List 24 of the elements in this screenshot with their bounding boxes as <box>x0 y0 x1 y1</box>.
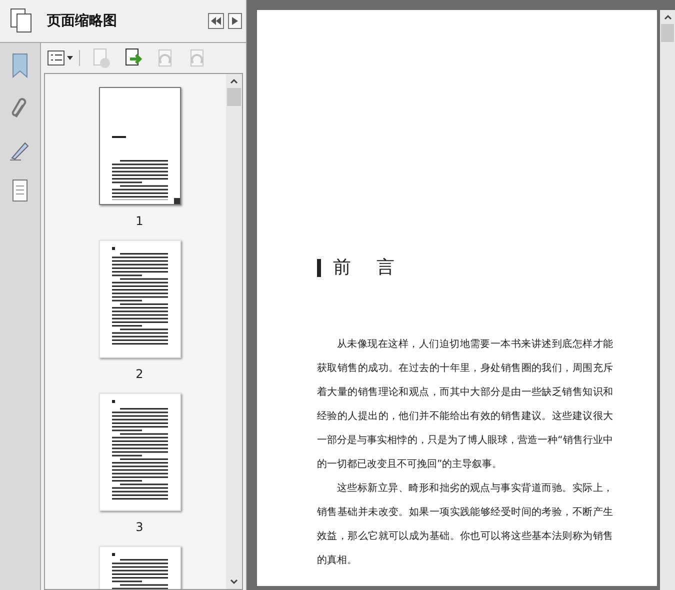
page-number: 1 <box>136 213 144 230</box>
paragraph: 从未像现在这样，人们迫切地需要一本书来讲述到底怎样才能获取销售的成功。在过去的十年里，身处销售圈的我们，周围充斥着大量的销售理论和观点，而其中大部分是由一些缺乏销售知识和经验的人提出的，他们并不能给出有效的销售建议。这些建议很大一部分是与事实相悖的，只是为了博人眼球，营造一种“销售行业中的一切都已改变且不可挽回”的主导叙事。 <box>317 338 613 472</box>
section-heading: 前 言 <box>333 256 405 280</box>
document-icon[interactable] <box>11 179 29 203</box>
right-arrow-icon <box>232 17 238 25</box>
current-page-marker <box>174 198 180 204</box>
list-options-icon <box>47 50 65 66</box>
double-left-arrow-icon <box>211 17 221 25</box>
scroll-thumb[interactable] <box>227 88 241 106</box>
scroll-thumb[interactable] <box>661 24 674 42</box>
page-number: 2 <box>136 366 144 383</box>
expand-panel-button[interactable] <box>228 13 242 29</box>
caret-icon <box>67 56 73 60</box>
bookmark-icon[interactable] <box>11 53 29 79</box>
page-thumbnail[interactable] <box>98 87 180 205</box>
pages-icon[interactable] <box>8 8 32 34</box>
heading-bar-icon <box>317 258 321 276</box>
panel-title: 页面缩略图 <box>47 12 117 30</box>
page-text-drawing <box>112 136 168 200</box>
page-number: 3 <box>136 519 144 536</box>
scrollbar[interactable] <box>226 74 242 589</box>
collapse-panel-button[interactable] <box>208 13 224 29</box>
paragraph: 这些标新立异、畸形和拙劣的观点与事实背道而驰。实际上，销售基础并未改变。如果一项实践能够经受时间的考验，不断产生效益，那么它就可以成为基础。你也可以将这些基本法则称为销售的真相。 <box>317 482 613 568</box>
options-menu-button[interactable] <box>47 50 80 66</box>
